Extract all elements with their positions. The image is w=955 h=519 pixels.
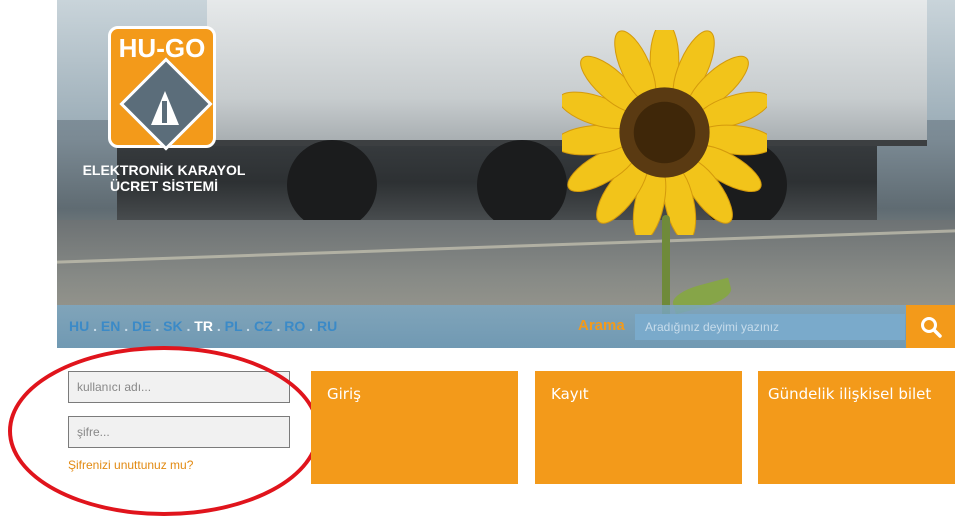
forgot-password-link[interactable]: Şifrenizi unuttunuz mu? [68,458,193,472]
lang-separator: . [272,318,285,334]
lang-link-pl[interactable]: PL [225,318,243,334]
language-selector: HU . EN . DE . SK . TR . PL . CZ . RO . … [69,318,337,334]
lang-link-cz[interactable]: CZ [254,318,273,334]
lang-link-de[interactable]: DE [132,318,151,334]
lang-separator: . [120,318,133,334]
search-button[interactable] [906,305,955,348]
top-nav-bar: HU . EN . DE . SK . TR . PL . CZ . RO . … [57,305,955,348]
lang-link-en[interactable]: EN [101,318,120,334]
banner-truck-wheel [287,140,377,230]
password-field[interactable] [68,416,290,448]
sunflower-image [562,30,767,235]
search-label: Arama [578,317,625,334]
lang-separator: . [242,318,254,334]
search-input[interactable] [635,314,905,340]
lang-link-ru[interactable]: RU [317,318,337,334]
lang-separator: . [151,318,164,334]
lang-link-sk[interactable]: SK [163,318,182,334]
search-icon [921,317,942,338]
tile-label: Gündelik ilişkisel bilet [768,385,932,403]
road-lane-mark [162,101,167,123]
register-tile[interactable]: Kayıt [535,371,742,484]
daily-ticket-tile[interactable]: Gündelik ilişkisel bilet [758,371,955,484]
banner-truck-wheel [477,140,567,230]
lang-link-hu[interactable]: HU [69,318,89,334]
logo-caption-line1: ELEKTRONİK KARAYOL [82,162,246,178]
hugo-logo[interactable]: HU-GO [108,26,216,151]
tile-label: Giriş [327,385,361,403]
lang-separator: . [212,318,225,334]
lang-link-ro[interactable]: RO [284,318,305,334]
lang-link-tr[interactable]: TR [194,318,213,334]
logo-caption: ELEKTRONİK KARAYOL ÜCRET SİSTEMİ [70,162,258,194]
username-field[interactable] [68,371,290,403]
lang-separator: . [89,318,101,334]
logo-caption-line2: ÜCRET SİSTEMİ [109,178,219,194]
lang-separator: . [182,318,195,334]
lang-separator: . [305,318,317,334]
tile-label: Kayıt [551,385,589,403]
login-tile[interactable]: Giriş [311,371,518,484]
